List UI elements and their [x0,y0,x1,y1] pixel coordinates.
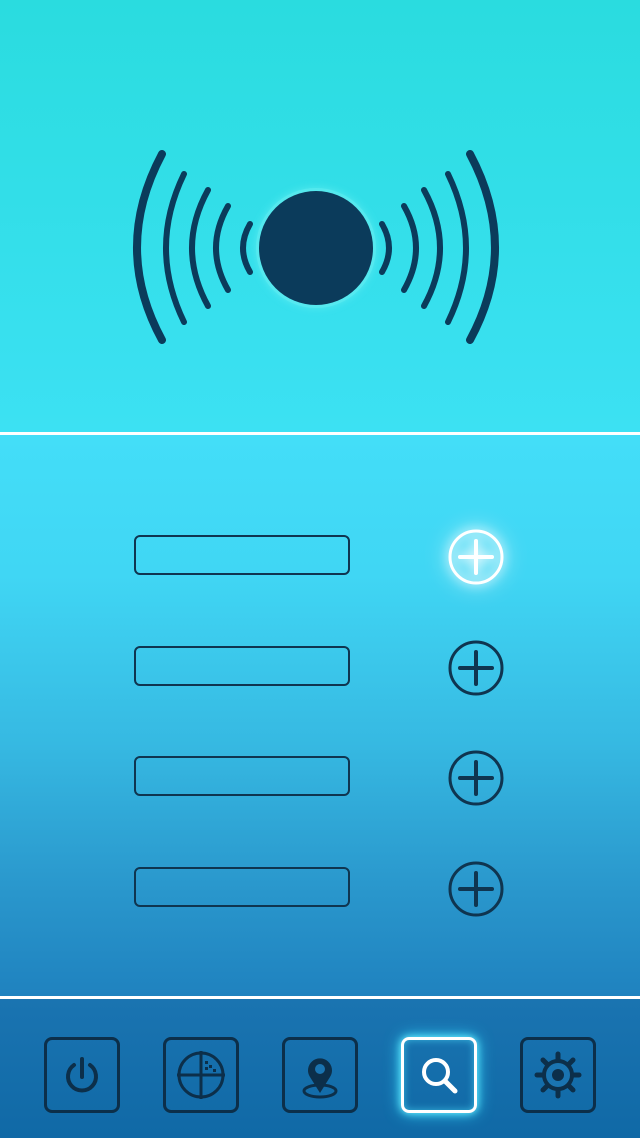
nav-power-button[interactable] [44,1037,120,1113]
plus-circle-icon [448,750,504,806]
entry-slot-2[interactable] [134,646,350,686]
entry-slot-1[interactable] [134,535,350,575]
add-button-2[interactable] [446,638,506,698]
search-icon [422,1058,458,1094]
plus-circle-icon [448,640,504,696]
nav-search-button[interactable] [401,1037,477,1113]
add-button-4[interactable] [446,859,506,919]
radar-crosshair-icon [177,1051,225,1099]
entry-slot-4[interactable] [134,867,350,907]
entry-slot-3[interactable] [134,756,350,796]
nav-settings-button[interactable] [520,1037,596,1113]
nav-radar-button[interactable] [163,1037,239,1113]
add-button-1[interactable] [446,527,506,587]
entry-row-3 [0,746,640,806]
entry-row-1 [0,525,640,585]
map-pin-icon [302,1058,338,1099]
entry-row-2 [0,636,640,696]
gear-icon [534,1051,582,1099]
plus-circle-icon [448,529,504,585]
signal-panel [0,0,640,432]
power-icon [66,1057,98,1093]
plus-circle-icon [448,861,504,917]
nav-map-button[interactable] [282,1037,358,1113]
broadcast-signal-icon [133,150,499,344]
entry-row-4 [0,857,640,917]
add-button-3[interactable] [446,748,506,808]
